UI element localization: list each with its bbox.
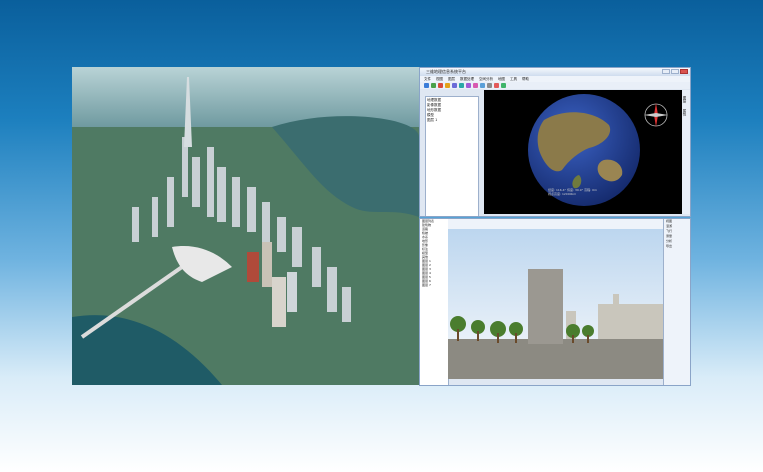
sidebar-tab[interactable]: 图层 (683, 96, 688, 103)
pan-icon[interactable] (459, 83, 464, 88)
window-title: 三维地理信息系统平台 (426, 69, 466, 74)
zoom-in-icon[interactable] (445, 83, 450, 88)
measure-icon[interactable] (473, 83, 478, 88)
zoom-out-icon[interactable] (452, 83, 457, 88)
open-icon[interactable] (424, 83, 429, 88)
panel-option[interactable]: 导出 (664, 244, 690, 249)
scene-toolbar (448, 219, 664, 229)
settings-icon[interactable] (487, 83, 492, 88)
layer-tree: 地理数据 影像数据 地形数据 模型 图层 1 (425, 96, 479, 216)
maximize-button[interactable] (671, 69, 679, 74)
globe-viewport[interactable]: 经度: 116.4° 纬度: 39.9° 高程: 0m 视点高度: 12000k… (484, 90, 683, 214)
marker-icon[interactable] (494, 83, 499, 88)
globe-window: 三维地理信息系统平台 文件 视图 图层 数据处理 空间分析 地图 工具 帮助 地… (419, 67, 691, 217)
delete-icon[interactable] (438, 83, 443, 88)
right-sidebar: 图层 属性 (682, 90, 690, 214)
close-button[interactable] (680, 69, 688, 74)
globe-icon[interactable] (501, 83, 506, 88)
status-line: 视点高度: 12000km (548, 192, 577, 196)
city-aerial-image (72, 67, 419, 385)
layer-icon[interactable] (480, 83, 485, 88)
toolbar (420, 82, 690, 89)
tower-building (528, 269, 563, 344)
rotate-icon[interactable] (466, 83, 471, 88)
scene-layer-panel: 图层列表 建筑物 道路 植被 水系 地形 影像 标注 模型 其他 图层 1 图层… (420, 219, 449, 385)
compass-icon[interactable] (644, 103, 668, 127)
save-icon[interactable] (431, 83, 436, 88)
scene-window: 图层列表 建筑物 道路 植被 水系 地形 影像 标注 模型 其他 图层 1 图层… (419, 218, 691, 386)
title-bar: 三维地理信息系统平台 (420, 68, 690, 76)
minimize-button[interactable] (662, 69, 670, 74)
scene-right-panel: 视图 漫游 飞行 测量 分析 导出 (663, 219, 690, 385)
panel-item[interactable]: 图层 7 (420, 283, 448, 287)
sidebar-tab[interactable]: 属性 (683, 109, 688, 116)
tree-item[interactable]: 图层 1 (427, 118, 477, 123)
scene-viewport[interactable] (448, 229, 666, 379)
